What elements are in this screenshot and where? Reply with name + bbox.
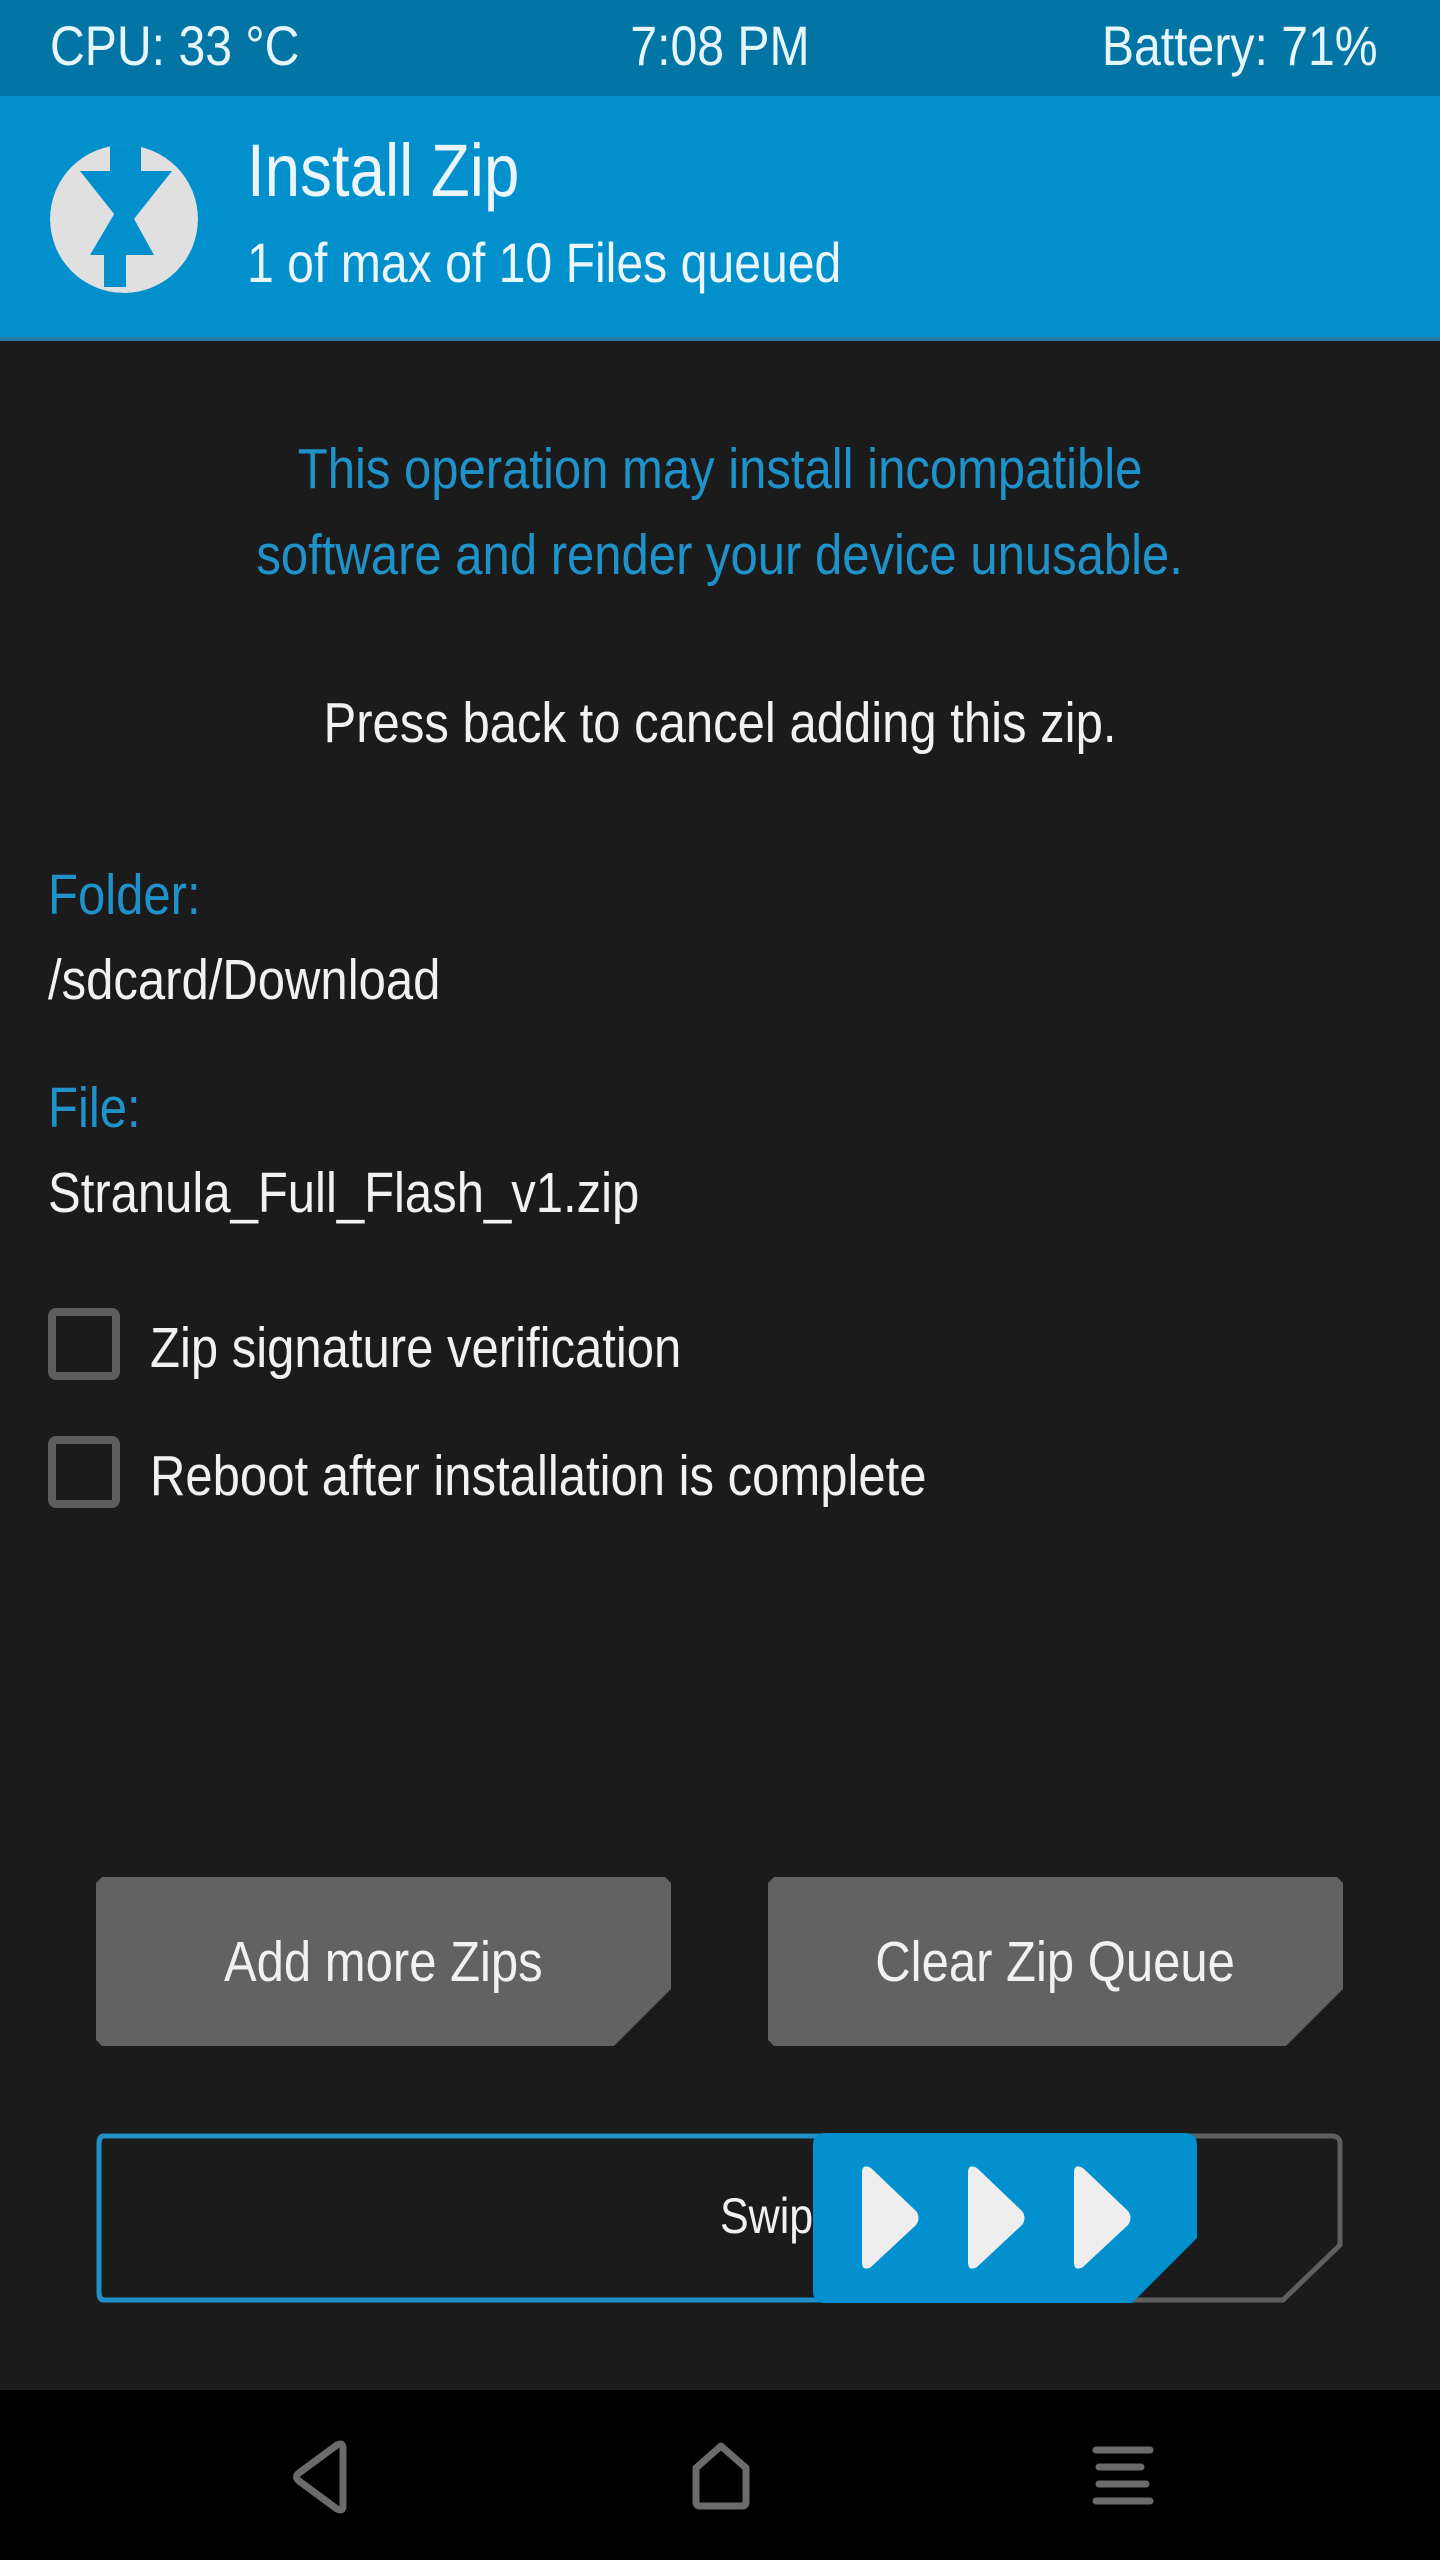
cpu-temperature: CPU: 33 °C [50, 14, 300, 77]
slider-thumb[interactable] [813, 2133, 1197, 2303]
page-title: Install Zip [247, 129, 520, 212]
header [0, 96, 1440, 340]
slider-label-container: Swipe to confirm Flash [0, 2133, 1440, 2303]
back-button[interactable] [265, 2420, 375, 2530]
battery-level: Battery: 71% [1102, 14, 1378, 77]
zip-signature-verification-checkbox[interactable] [48, 1308, 120, 1380]
back-icon [293, 2440, 347, 2514]
navigation-bar [0, 2390, 1440, 2560]
reboot-after-install-label[interactable]: Reboot after installation is complete [150, 1441, 927, 1511]
zip-signature-verification-label[interactable]: Zip signature verification [150, 1313, 681, 1383]
cancel-instruction: Press back to cancel adding this zip. [0, 680, 1440, 766]
clear-zip-queue-button[interactable]: Clear Zip Queue [768, 1877, 1343, 2046]
reboot-after-install-checkbox[interactable] [48, 1436, 120, 1508]
warning-text-1: This operation may install incompatible [297, 437, 1143, 501]
menu-icon [1092, 2446, 1154, 2505]
twrp-logo-icon [48, 143, 200, 295]
menu-button[interactable] [1066, 2420, 1176, 2530]
folder-label: Folder: [48, 863, 201, 927]
queue-status: 1 of max of 10 Files queued [247, 231, 842, 294]
warning-line-1: This operation may install incompatible [0, 426, 1440, 512]
status-bar: CPU: 33 °C 7:08 PM Battery: 71% [0, 0, 1440, 96]
clear-zip-queue-label: Clear Zip Queue [875, 1929, 1236, 1994]
home-icon [692, 2442, 750, 2510]
folder-path: /sdcard/Download [48, 948, 441, 1012]
clock: 7:08 PM [630, 14, 810, 77]
add-more-zips-button[interactable]: Add more Zips [96, 1877, 671, 2046]
warning-line-2: software and render your device unusable… [0, 512, 1440, 598]
header-divider [0, 337, 1440, 341]
home-button[interactable] [666, 2420, 776, 2530]
warning-text-2: software and render your device unusable… [256, 523, 1184, 587]
add-more-zips-label: Add more Zips [224, 1929, 543, 1994]
file-label: File: [48, 1076, 141, 1140]
file-name: Stranula_Full_Flash_v1.zip [48, 1161, 640, 1225]
cancel-instruction-text: Press back to cancel adding this zip. [323, 691, 1117, 755]
